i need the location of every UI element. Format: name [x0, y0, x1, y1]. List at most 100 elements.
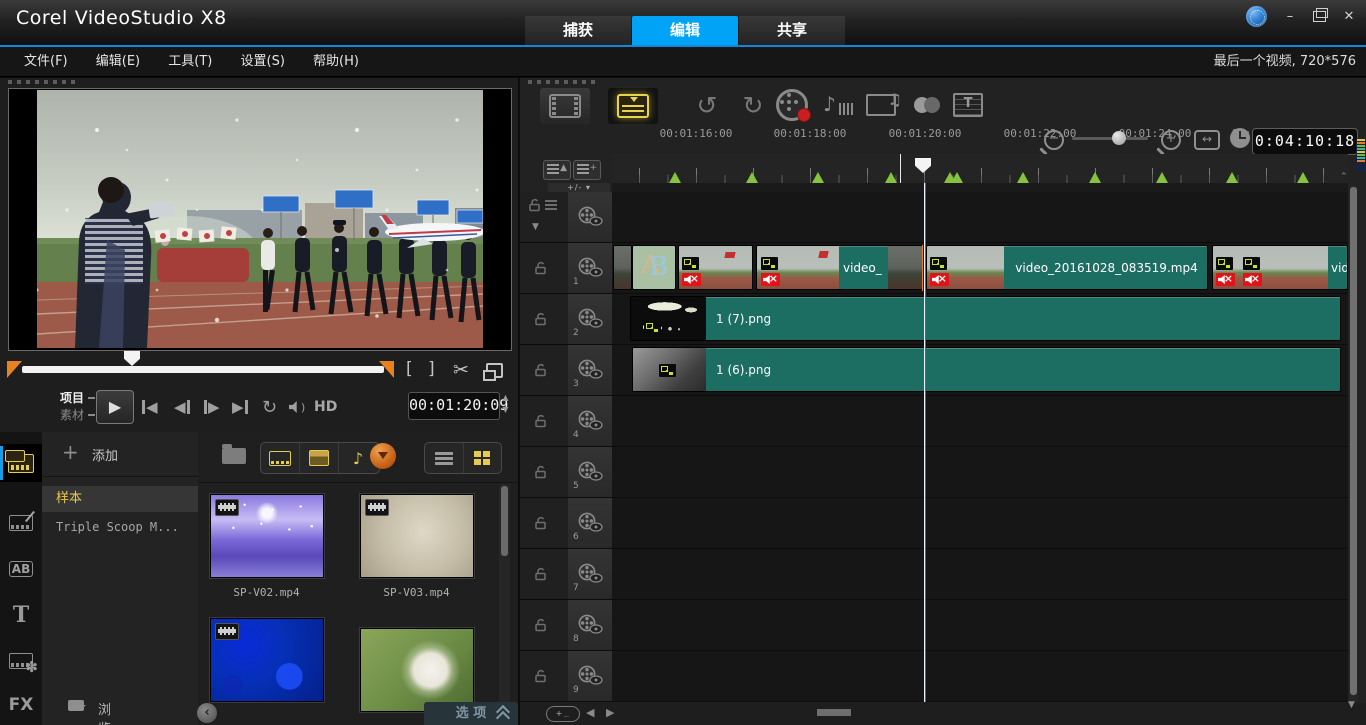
clip-video-4[interactable]: video_ — [756, 245, 923, 290]
chapter-marker-icon[interactable] — [746, 172, 758, 183]
add-remove-marker-button[interactable]: +/- ▾ — [548, 183, 610, 192]
category-triple-scoop[interactable]: Triple Scoop M... — [42, 514, 198, 540]
overlay-track-4-header[interactable]: 4 — [568, 396, 613, 447]
scrubber-playhead[interactable] — [124, 351, 140, 366]
chapter-marker-icon[interactable] — [1017, 172, 1029, 183]
scroll-right-button[interactable]: ▶ — [606, 706, 614, 719]
next-frame-button[interactable]: ▶ — [204, 396, 220, 418]
menu-edit[interactable]: 编辑(E) — [96, 47, 140, 76]
options-button[interactable]: 选 项 — [424, 702, 518, 725]
list-view-button[interactable] — [425, 443, 464, 473]
filter-videos-button[interactable] — [261, 443, 300, 473]
lock-icon[interactable] — [534, 363, 548, 377]
timeline-playhead-line[interactable] — [924, 183, 925, 702]
record-capture-button[interactable] — [772, 86, 812, 124]
go-to-end-button[interactable]: ▶ — [232, 396, 248, 418]
subtitle-editor-button[interactable]: T — [948, 86, 988, 124]
lock-icon[interactable] — [534, 414, 548, 428]
go-to-start-button[interactable]: ◀ — [142, 396, 158, 418]
add-track-button[interactable]: + — [573, 160, 601, 180]
menu-tools[interactable]: 工具(T) — [168, 47, 212, 76]
horizontal-scrollbar-thumb[interactable] — [817, 709, 851, 716]
timeline-timecode[interactable]: 0:04:10:18 — [1252, 128, 1358, 155]
enlarge-preview-button[interactable] — [486, 359, 503, 374]
overlay-track-1-header[interactable]: 1 — [568, 243, 613, 294]
chapter-marker-icon[interactable] — [812, 172, 824, 183]
grid-view-button[interactable] — [464, 443, 502, 473]
download-content-button[interactable] — [370, 443, 396, 469]
tab-capture[interactable]: 捕获 — [525, 16, 631, 45]
auto-music-button[interactable] — [861, 86, 901, 124]
menu-file[interactable]: 文件(F) — [24, 47, 68, 76]
menu-settings[interactable]: 设置(S) — [241, 47, 285, 76]
trim-start-handle[interactable] — [7, 361, 22, 378]
mark-out-button[interactable]: ] — [428, 359, 435, 379]
collapse-overview-icon[interactable]: ⌃ — [1340, 172, 1348, 182]
zoom-slider-handle[interactable] — [1112, 131, 1126, 145]
clip-video-3[interactable] — [678, 245, 753, 290]
add-category-row[interactable]: + 添加 — [42, 432, 198, 477]
duration-button[interactable] — [1230, 128, 1250, 148]
overlay-track-7-header[interactable]: 7 — [568, 549, 613, 600]
thumbnail-dandelion-photo[interactable] — [360, 628, 474, 712]
timecode-spinner[interactable]: ▲▼ — [500, 392, 511, 418]
previous-frame-button[interactable]: ◀ — [174, 396, 190, 418]
overlay-track-2-header[interactable]: 2 — [568, 294, 613, 345]
scroll-down-icon[interactable]: ▼ — [1348, 700, 1355, 710]
mode-clip-label[interactable]: 素材 — [60, 406, 95, 423]
collapse-tracks-icon[interactable]: ▼ — [532, 222, 539, 232]
timeline-vertical-scrollbar[interactable] — [1349, 185, 1358, 701]
clip-1-6-png[interactable]: 1 (6).png — [632, 347, 1341, 392]
overlay-track-9-header[interactable]: 9 — [568, 651, 613, 702]
scroll-left-button[interactable]: ◀ — [586, 706, 594, 719]
zoom-in-button[interactable]: + — [1161, 130, 1181, 150]
restore-button[interactable] — [1313, 11, 1326, 22]
chapter-marker-icon[interactable] — [1156, 172, 1168, 183]
gallery-scrollbar[interactable] — [499, 484, 510, 722]
collapse-left-button[interactable]: ‹ — [197, 703, 217, 723]
chapter-marker-icon[interactable] — [1297, 172, 1309, 183]
chapter-marker-icon[interactable] — [885, 172, 897, 183]
trim-end-handle[interactable] — [379, 361, 394, 378]
category-samples[interactable]: 样本 — [42, 486, 198, 512]
overlay-track-5-header[interactable]: 5 — [568, 447, 613, 498]
hd-preview-button[interactable]: HD — [314, 396, 337, 418]
preview-timecode[interactable]: 00:01:20:09 — [408, 392, 500, 420]
overlay-track-8-body[interactable] — [612, 600, 1348, 651]
lock-icon[interactable] — [528, 198, 542, 212]
chapter-marker-bar[interactable] — [612, 183, 1348, 192]
minimize-button[interactable]: – — [1281, 7, 1299, 27]
timeline-zoom-slider[interactable] — [1072, 137, 1148, 140]
mode-project-label[interactable]: 项目 — [60, 389, 95, 406]
clip-video-20161028[interactable]: video_20161028_083519.mp4 — [926, 245, 1208, 290]
scrubber-track[interactable] — [22, 366, 384, 373]
import-folder-button[interactable] — [222, 448, 246, 464]
undo-button[interactable]: ↺ — [687, 86, 727, 124]
thumbnail-sp-v03[interactable] — [360, 494, 474, 578]
panel-drag-handle[interactable] — [8, 80, 80, 84]
sidebar-item-graphic[interactable]: ✽ — [0, 642, 42, 680]
chapter-marker-icon[interactable] — [951, 172, 963, 183]
play-button[interactable]: ▶ — [96, 390, 134, 424]
clip-video-right[interactable]: vid — [1212, 245, 1348, 290]
lock-icon[interactable] — [534, 669, 548, 683]
track-transition-button[interactable] — [902, 86, 942, 124]
track-manager-button[interactable]: ▲ — [543, 160, 571, 180]
overlay-track-5-body[interactable] — [612, 447, 1348, 498]
overlay-track-3-header[interactable]: 3 — [568, 345, 613, 396]
video-track-header[interactable] — [568, 192, 613, 243]
sidebar-item-filter-fx[interactable]: FX — [0, 686, 42, 724]
mark-in-button[interactable]: [ — [406, 359, 413, 379]
clip-1-7-png[interactable]: 1 (7).png — [630, 296, 1341, 341]
chapter-marker-icon[interactable] — [1226, 172, 1238, 183]
redo-button[interactable]: ↻ — [733, 86, 773, 124]
clip-ab-sample[interactable]: A B — [632, 245, 676, 290]
overlay-track-8-header[interactable]: 8 — [568, 600, 613, 651]
volume-button[interactable]: ) — [289, 396, 305, 418]
overlay-track-6-body[interactable] — [612, 498, 1348, 549]
zoom-out-button[interactable]: − — [1044, 130, 1064, 150]
lock-icon[interactable] — [534, 516, 548, 530]
tab-edit[interactable]: 编辑 — [632, 16, 738, 45]
storyboard-view-button[interactable] — [540, 88, 590, 124]
video-preview[interactable] — [8, 88, 512, 351]
